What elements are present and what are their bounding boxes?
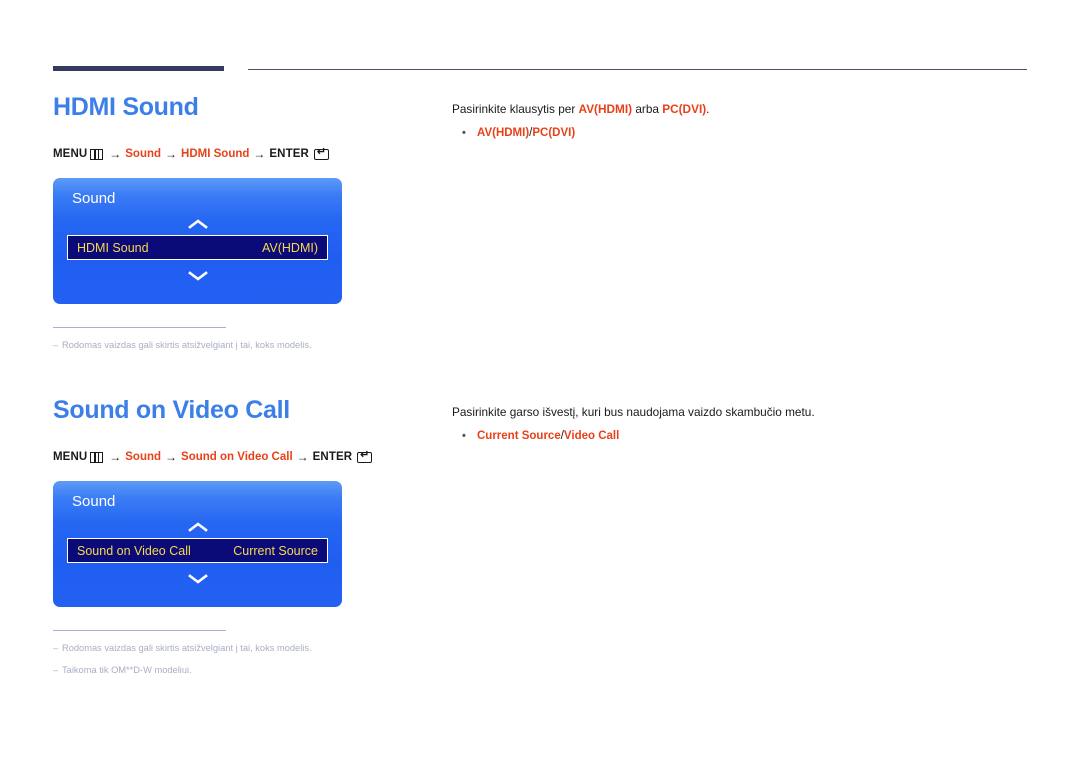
footnote-dash: –: [53, 665, 59, 675]
footnote-item: – Taikoma tik OM**D-W modeliui.: [53, 664, 343, 677]
footnotes: – Rodomas vaizdas gali skirtis atsižvelg…: [53, 327, 343, 352]
footnote-dash: –: [53, 643, 59, 653]
menu-path-enter-label: ENTER: [312, 451, 353, 463]
menu-path-menu-label: MENU: [53, 148, 88, 160]
path-arrow-icon: →: [109, 147, 122, 161]
footnotes: – Rodomas vaizdas gali skirtis atsižvelg…: [53, 630, 343, 677]
desc-part: Pasirinkite klausytis per: [452, 102, 579, 116]
enter-return-icon: ↵: [313, 146, 329, 160]
path-arrow-icon: →: [253, 147, 266, 161]
footnote-text: Rodomas vaizdas gali skirtis atsižvelgia…: [62, 340, 312, 350]
section-right-column: Pasirinkite garso išvestį, kuri bus naud…: [452, 404, 1032, 444]
path-arrow-icon: →: [109, 450, 122, 464]
desc-part: arba: [632, 102, 663, 116]
menu-path-step-0: Sound: [125, 148, 162, 160]
menu-path-breadcrumb: MENU → Sound → HDMI Sound → ENTER ↵: [53, 146, 433, 161]
chevron-down-icon[interactable]: [53, 270, 342, 284]
menu-path-menu-label: MENU: [53, 451, 88, 463]
menu-path-step-1: Sound on Video Call: [181, 451, 293, 463]
desc-part-highlight: PC(DVI): [662, 102, 707, 116]
desc-part: .: [706, 102, 710, 116]
osd-row-label: Sound on Video Call: [77, 543, 191, 558]
desc-part: Pasirinkite garso išvestį, kuri bus naud…: [452, 405, 815, 419]
list-item: • AV(HDMI) / PC(DVI): [452, 125, 1032, 141]
osd-selected-row[interactable]: HDMI Sound AV(HDMI): [67, 235, 328, 260]
menu-path-step-1: HDMI Sound: [181, 148, 250, 160]
section-left-column: Sound on Video Call MENU → Sound → Sound…: [53, 395, 433, 686]
footnote-text: Rodomas vaizdas gali skirtis atsižvelgia…: [62, 643, 312, 653]
option-list: • AV(HDMI) / PC(DVI): [452, 125, 1032, 141]
description-paragraph: Pasirinkite garso išvestį, kuri bus naud…: [452, 404, 1032, 420]
option-value-right: Video Call: [563, 430, 620, 442]
osd-menu-panel: Sound Sound on Video Call Current Source: [53, 481, 342, 607]
bullet-dot-icon: •: [462, 430, 466, 442]
footnote-text: Taikoma tik OM**D-W modeliui.: [62, 665, 192, 675]
footnote-dash: –: [53, 340, 59, 350]
description-paragraph: Pasirinkite klausytis per AV(HDMI) arba …: [452, 101, 1032, 117]
path-arrow-icon: →: [296, 450, 309, 464]
footnote-item: – Rodomas vaizdas gali skirtis atsižvelg…: [53, 642, 343, 655]
header-rules: [0, 0, 1080, 80]
enter-return-icon: ↵: [357, 449, 373, 463]
footnotes-divider: [53, 327, 226, 328]
osd-row-label: HDMI Sound: [77, 240, 149, 255]
footnote-item: – Rodomas vaizdas gali skirtis atsižvelg…: [53, 339, 343, 352]
option-value-left: Current Source: [477, 430, 561, 442]
option-value-right: PC(DVI): [532, 127, 576, 139]
page-title: HDMI Sound: [53, 93, 199, 121]
menu-path-breadcrumb: MENU → Sound → Sound on Video Call → ENT…: [53, 449, 433, 464]
osd-row-value: Current Source: [233, 543, 318, 558]
header-thin-line: [248, 69, 1027, 70]
desc-part-highlight: AV(HDMI): [578, 102, 633, 116]
menu-grid-icon: [90, 451, 104, 463]
path-arrow-icon: →: [165, 147, 178, 161]
chevron-up-icon[interactable]: [53, 521, 342, 535]
document-page: HDMI Sound MENU → Sound → HDMI Sound → E…: [0, 0, 1080, 763]
bullet-dot-icon: •: [462, 127, 466, 139]
chevron-up-icon[interactable]: [53, 218, 342, 232]
osd-menu-panel: Sound HDMI Sound AV(HDMI): [53, 178, 342, 304]
list-item: • Current Source / Video Call: [452, 428, 1032, 444]
option-list: • Current Source / Video Call: [452, 428, 1032, 444]
menu-path-enter-label: ENTER: [269, 148, 309, 160]
osd-panel-title: Sound: [72, 190, 116, 207]
option-value-left: AV(HDMI): [477, 127, 530, 139]
header-thick-bar: [53, 66, 224, 71]
menu-path-step-0: Sound: [125, 451, 162, 463]
page-title: Sound on Video Call: [53, 396, 290, 424]
chevron-down-icon[interactable]: [53, 573, 342, 587]
menu-grid-icon: [90, 148, 104, 160]
path-arrow-icon: →: [165, 450, 178, 464]
footnotes-divider: [53, 630, 226, 631]
section-right-column: Pasirinkite klausytis per AV(HDMI) arba …: [452, 101, 1032, 141]
osd-row-value: AV(HDMI): [261, 240, 318, 255]
osd-panel-title: Sound: [72, 493, 116, 510]
osd-selected-row[interactable]: Sound on Video Call Current Source: [67, 538, 328, 563]
section-left-column: HDMI Sound MENU → Sound → HDMI Sound → E…: [53, 92, 433, 361]
